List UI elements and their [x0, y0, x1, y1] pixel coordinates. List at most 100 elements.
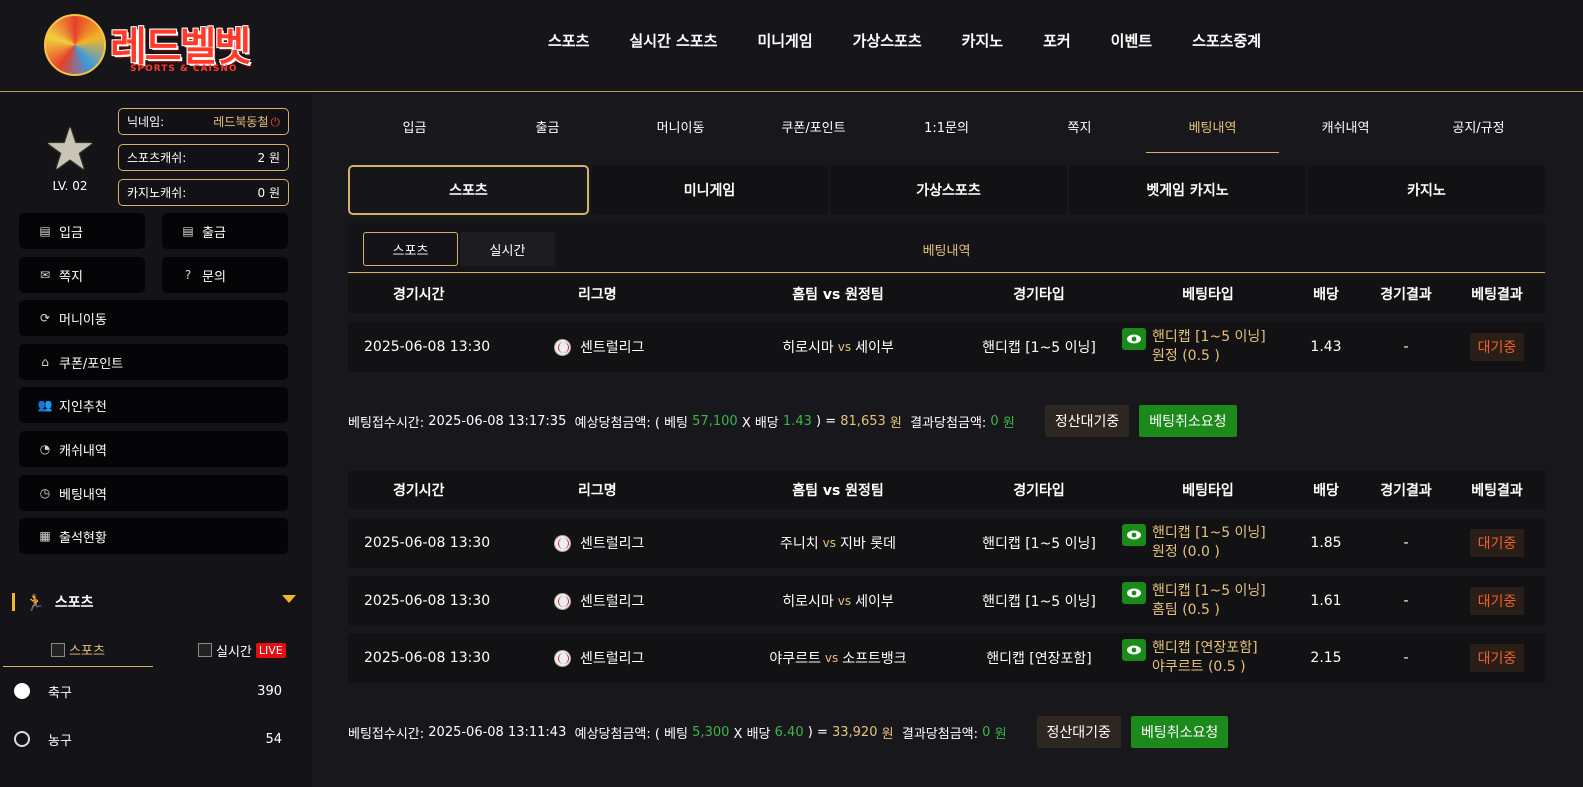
row-bet-result: 대기중: [1452, 576, 1542, 626]
bet-market: 핸디캡 [연장포함]: [1152, 640, 1258, 656]
game-tab-minigame[interactable]: 미니게임: [591, 165, 828, 215]
accent-bar: [12, 593, 15, 611]
col-odds: 배당: [1313, 483, 1339, 499]
eye-icon[interactable]: [1122, 524, 1146, 546]
home-team: 주니치: [780, 536, 819, 552]
subtab-live[interactable]: 실시간: [460, 232, 555, 266]
game-tab-betgame-casino[interactable]: 벳게임 카지노: [1069, 165, 1306, 215]
row-game-result: -: [1403, 535, 1409, 551]
col-league: 리그명: [578, 483, 617, 499]
eye-icon[interactable]: [1122, 582, 1146, 604]
sidebar-attendance-button[interactable]: ▦ 출석현황: [19, 518, 288, 554]
sidebar-bet-history-button[interactable]: ◷ 베팅내역: [19, 475, 288, 511]
sidebar-button-label: 문의: [202, 269, 226, 285]
row-game-type: 핸디캡 [1~5 이닝]: [982, 594, 1096, 610]
sidebar-withdraw-button[interactable]: ▤ 출금: [162, 213, 288, 249]
tab-notice-rules[interactable]: 공지/규정: [1412, 113, 1545, 153]
row-bet-result: 대기중: [1452, 633, 1542, 683]
sport-count: 54: [265, 731, 282, 747]
cancel-bet-button[interactable]: 베팅취소요청: [1139, 405, 1237, 437]
game-tab-sports[interactable]: 스포츠: [348, 165, 589, 215]
refresh-icon: ⟳: [39, 311, 51, 325]
row-bet-result: 대기중: [1452, 322, 1542, 372]
nav-virtual-sports[interactable]: 가상스포츠: [853, 30, 922, 56]
league-name: 센트럴리그: [580, 594, 645, 610]
question-icon: ?: [184, 268, 192, 282]
row-teams: 히로시마 vs 세이부: [708, 322, 968, 372]
sports-menu-header[interactable]: 🏃 스포츠: [12, 591, 302, 613]
tab-coupon-point[interactable]: 쿠폰/포인트: [747, 113, 880, 153]
baseball-icon: [554, 534, 571, 552]
summary-time-label: 베팅접수시간:: [348, 726, 425, 742]
nav-casino[interactable]: 카지노: [962, 30, 1003, 56]
site-logo[interactable]: 레드벨벳 SPORTS & CAISNO: [44, 8, 264, 80]
sidebar-cash-history-button[interactable]: ◔ 캐쉬내역: [19, 431, 288, 467]
row-teams: 히로시마 vs 세이부: [708, 576, 968, 626]
tab-message[interactable]: 쪽지: [1013, 113, 1146, 153]
summary-result-label: 결과당첨금액:: [910, 415, 987, 431]
tab-cash-history[interactable]: 캐쉬내역: [1279, 113, 1412, 153]
col-game-type: 경기타입: [1013, 287, 1065, 303]
sidebar-button-label: 쪽지: [59, 269, 83, 285]
summary-result-won: 원: [994, 726, 1007, 742]
game-tab-virtual-sports[interactable]: 가상스포츠: [830, 165, 1067, 215]
level-badge: ★ LV. 02: [40, 120, 100, 193]
sidebar-button-label: 머니이동: [59, 312, 107, 328]
col-teams: 홈팀 vs 원정팀: [792, 287, 884, 303]
status-badge: 대기중: [1469, 644, 1525, 672]
game-tab-casino[interactable]: 카지노: [1308, 165, 1545, 215]
table-row: 2025-06-08 13:30 센트럴리그 야쿠르트 vs 소프트뱅크 핸디캡 […: [348, 633, 1545, 683]
header: 레드벨벳 SPORTS & CAISNO 스포츠 실시간 스포츠 미니게임 가상…: [0, 0, 1583, 92]
sidebar-subtab-sports[interactable]: 스포츠: [3, 633, 153, 667]
tab-withdraw[interactable]: 출금: [481, 113, 614, 153]
sport-item-basketball[interactable]: 농구 54: [14, 727, 284, 751]
sidebar-money-transfer-button[interactable]: ⟳ 머니이동: [19, 300, 288, 336]
main-content: 입금 출금 머니이동 쿠폰/포인트 1:1문의 쪽지 베팅내역 캐쉬내역 공지/…: [312, 93, 1583, 787]
sidebar-inquiry-button[interactable]: ? 문의: [162, 257, 288, 293]
nav-poker[interactable]: 포커: [1043, 30, 1071, 56]
sidebar-coupon-button[interactable]: ⌂ 쿠폰/포인트: [19, 344, 288, 380]
summary-expected-label: 예상당첨금액: ( 베팅: [574, 415, 689, 431]
eye-icon[interactable]: [1122, 639, 1146, 661]
nav-event[interactable]: 이벤트: [1111, 30, 1152, 56]
row-game-type: 핸디캡 [연장포함]: [986, 651, 1092, 667]
bet-summary: 베팅접수시간: 2025-06-08 13:11:43 예상당첨금액: ( 베팅…: [348, 716, 1229, 748]
home-team: 히로시마: [782, 340, 834, 356]
row-odds: 1.61: [1310, 593, 1342, 609]
summary-time-label: 베팅접수시간:: [348, 415, 425, 431]
eye-icon[interactable]: [1122, 328, 1146, 350]
tab-inquiry[interactable]: 1:1문의: [880, 113, 1013, 153]
away-team: 지바 롯데: [840, 536, 896, 552]
nav-live-sports[interactable]: 실시간 스포츠: [629, 30, 717, 56]
sidebar-subtab-live[interactable]: 실시간 LIVE: [198, 633, 286, 667]
summary-result-won: 원: [1002, 415, 1015, 431]
subtab-sports[interactable]: 스포츠: [363, 232, 458, 266]
money-icon: ▤: [182, 224, 194, 238]
sport-item-soccer[interactable]: 축구 390: [14, 679, 284, 703]
nav-sports[interactable]: 스포츠: [548, 30, 589, 56]
row-teams: 주니치 vs 지바 롯데: [708, 518, 968, 568]
bet-summary: 베팅접수시간: 2025-06-08 13:17:35 예상당첨금액: ( 베팅…: [348, 405, 1237, 437]
nav-sports-broadcast[interactable]: 스포츠중계: [1192, 30, 1261, 56]
row-odds: 1.43: [1310, 339, 1342, 355]
home-team: 야쿠르트: [769, 651, 821, 667]
sports-cash-label: 스포츠캐쉬:: [127, 151, 187, 165]
sidebar-deposit-button[interactable]: ▤ 입금: [19, 213, 145, 249]
cancel-bet-button[interactable]: 베팅취소요청: [1130, 716, 1229, 748]
tab-bet-history[interactable]: 베팅내역: [1146, 113, 1279, 153]
caret-down-icon[interactable]: [282, 595, 296, 603]
away-team: 세이부: [855, 340, 894, 356]
nav-minigame[interactable]: 미니게임: [757, 30, 812, 56]
tab-money-transfer[interactable]: 머니이동: [614, 113, 747, 153]
logout-icon[interactable]: ⏻: [271, 115, 281, 129]
nickname-box: 닉네임: 레드북동철 ⏻: [118, 108, 289, 135]
summary-odds: 6.40: [774, 724, 804, 740]
summary-time: 2025-06-08 13:11:43: [428, 724, 567, 740]
row-odds: 2.15: [1310, 650, 1342, 666]
bet-market: 핸디캡 [1~5 이닝]: [1152, 525, 1266, 541]
summary-eq: ) =: [807, 724, 828, 740]
sidebar-referral-button[interactable]: 👥 지인추천: [19, 387, 288, 423]
sidebar-message-button[interactable]: ✉ 쪽지: [19, 257, 145, 293]
summary-stake: 57,100: [692, 413, 738, 429]
tab-deposit[interactable]: 입금: [348, 113, 481, 153]
